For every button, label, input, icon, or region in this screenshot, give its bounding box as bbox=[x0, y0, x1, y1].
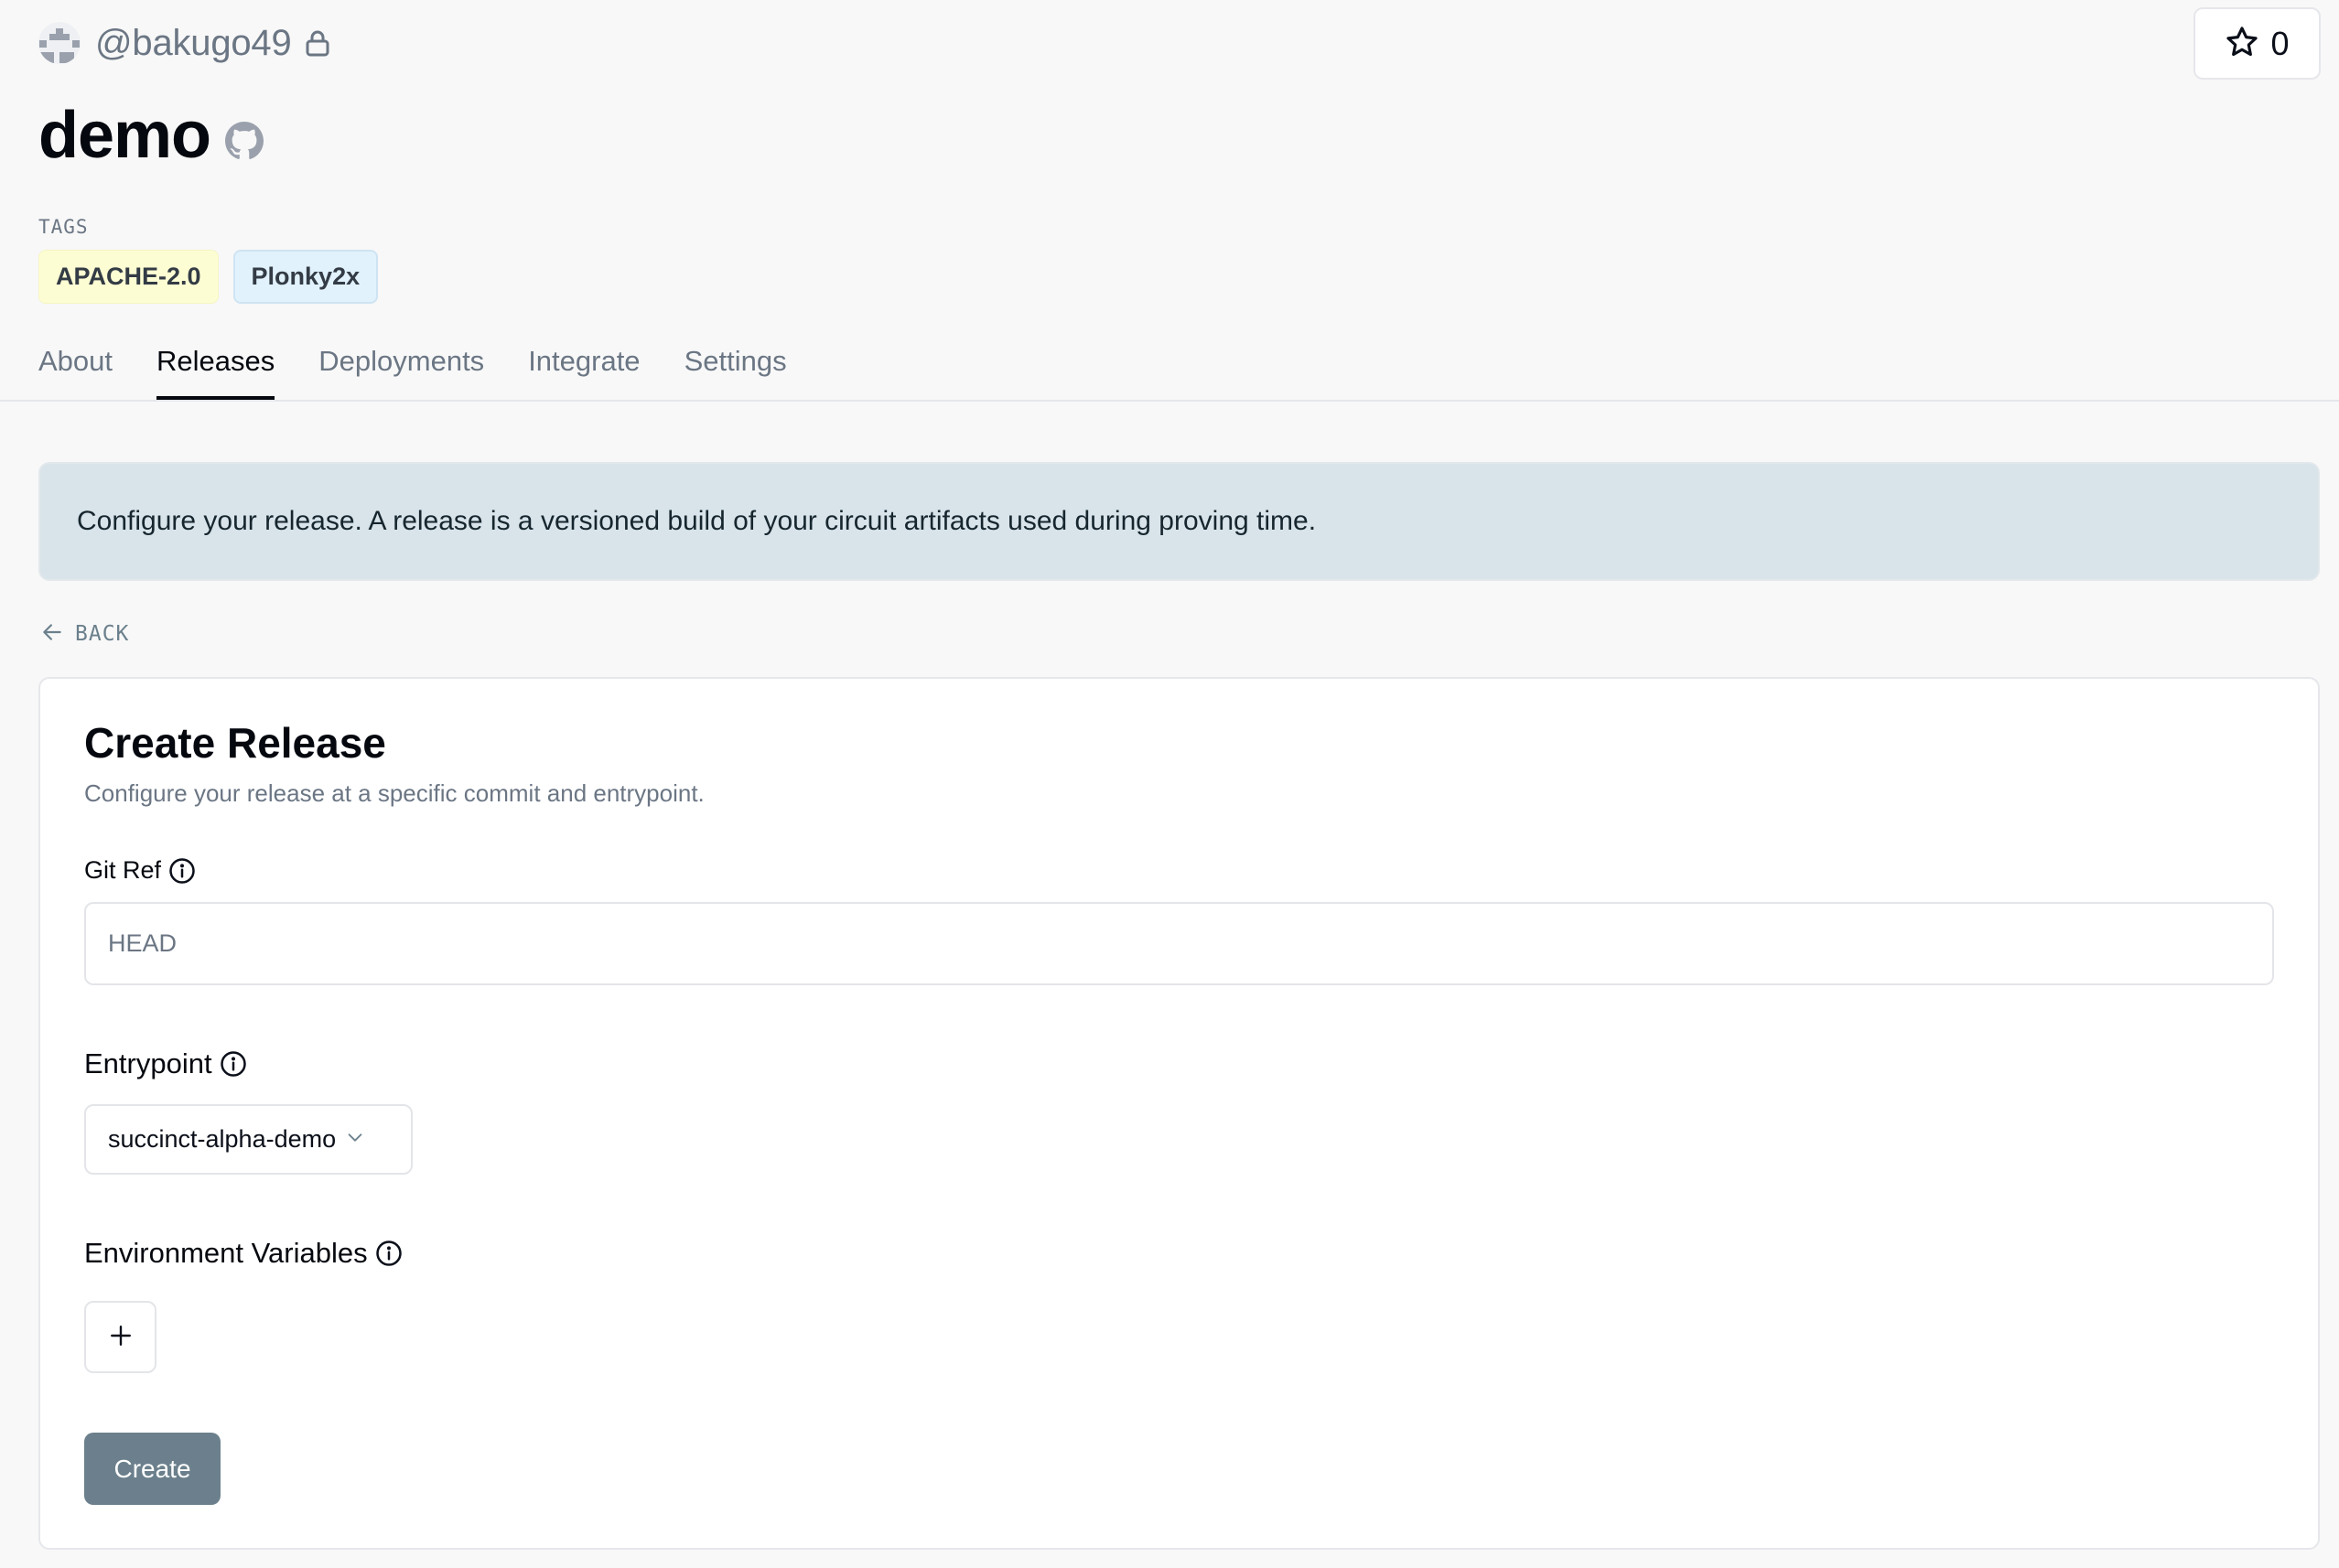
entrypoint-selected-value: succinct-alpha-demo bbox=[108, 1125, 337, 1153]
tags-label: TAGS bbox=[38, 216, 89, 238]
entrypoint-select[interactable]: succinct-alpha-demo bbox=[84, 1104, 413, 1175]
git-ref-label: Git Ref bbox=[84, 856, 196, 885]
tab-settings[interactable]: Settings bbox=[684, 338, 787, 401]
plus-icon bbox=[109, 1324, 133, 1350]
repo-owner[interactable]: @bakugo49 bbox=[38, 20, 330, 66]
tag-list: APACHE-2.0 Plonky2x bbox=[38, 250, 379, 304]
info-icon[interactable] bbox=[375, 1240, 403, 1267]
info-icon[interactable] bbox=[168, 857, 196, 885]
git-ref-label-text: Git Ref bbox=[84, 856, 162, 884]
form-title: Create Release bbox=[84, 719, 386, 767]
env-vars-label: Environment Variables bbox=[84, 1237, 403, 1270]
back-label: BACK bbox=[75, 622, 130, 646]
info-banner-text: Configure your release. A release is a v… bbox=[77, 506, 1317, 536]
repo-name: demo bbox=[38, 99, 211, 172]
repo-title: demo bbox=[38, 102, 264, 168]
info-banner: Configure your release. A release is a v… bbox=[38, 462, 2320, 581]
tab-integrate[interactable]: Integrate bbox=[528, 338, 640, 401]
tag-framework[interactable]: Plonky2x bbox=[232, 250, 379, 304]
tag-license[interactable]: APACHE-2.0 bbox=[38, 250, 219, 304]
repo-tabs: About Releases Deployments Integrate Set… bbox=[38, 338, 831, 401]
github-icon[interactable] bbox=[225, 122, 264, 160]
entrypoint-label-text: Entrypoint bbox=[84, 1047, 212, 1079]
add-env-var-button[interactable] bbox=[84, 1301, 156, 1373]
owner-name[interactable]: @bakugo49 bbox=[95, 23, 292, 64]
star-icon bbox=[2225, 25, 2259, 62]
tab-deployments[interactable]: Deployments bbox=[318, 338, 484, 401]
entrypoint-label: Entrypoint bbox=[84, 1047, 247, 1080]
tab-divider bbox=[0, 400, 2339, 402]
star-count: 0 bbox=[2270, 24, 2290, 62]
form-subtitle: Configure your release at a specific com… bbox=[84, 779, 705, 807]
arrow-left-icon bbox=[40, 620, 64, 649]
git-ref-input[interactable] bbox=[84, 902, 2274, 985]
back-link[interactable]: BACK bbox=[40, 618, 129, 650]
lock-icon bbox=[305, 29, 330, 57]
tab-about[interactable]: About bbox=[38, 338, 113, 401]
tab-releases[interactable]: Releases bbox=[156, 338, 275, 401]
create-button[interactable]: Create bbox=[84, 1433, 221, 1505]
env-vars-label-text: Environment Variables bbox=[84, 1237, 368, 1269]
identicon-avatar bbox=[38, 22, 81, 64]
chevron-down-icon bbox=[345, 1127, 365, 1152]
star-button[interactable]: 0 bbox=[2193, 7, 2321, 80]
info-icon[interactable] bbox=[220, 1050, 247, 1078]
